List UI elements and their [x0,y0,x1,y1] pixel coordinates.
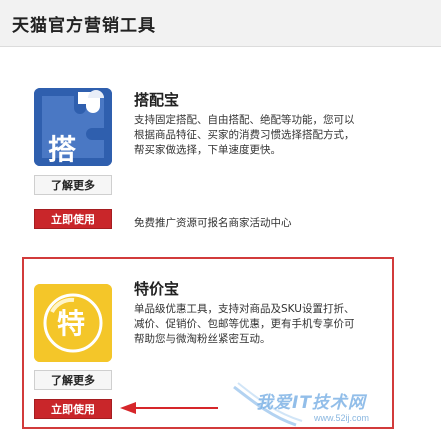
page-title: 天猫官方营销工具 [12,16,156,36]
desc-line: 单品级优惠工具，支持对商品及SKU设置打折、 [134,303,355,315]
tool-name: 搭配宝 [134,91,180,109]
desc-line: 减价、促销价、包邮等优惠，更有手机专享价可 [134,318,355,330]
desc-line: 帮买家做选择，下单速度更快。 [134,144,281,156]
price-tag-icon: 特 [34,284,112,362]
arrow-left-icon [120,402,218,414]
watermark-url: www.52ij.com [314,413,370,423]
tool-name: 特价宝 [134,280,180,298]
page-header: 天猫官方营销工具 [0,0,441,47]
icon-glyph: 搭 [48,133,77,166]
promo-link[interactable]: 免费推广资源可报名商家活动中心 [134,215,292,230]
tool-description: 单品级优惠工具，支持对商品及SKU设置打折、 减价、促销价、包邮等优惠，更有手机… [134,302,355,347]
desc-line: 帮助您与微淘粉丝紧密互动。 [134,333,271,345]
use-now-button[interactable]: 立即使用 [34,399,112,419]
learn-more-button[interactable]: 了解更多 [34,370,112,390]
watermark: 我爱IT技术网 www.52ij.com [232,381,432,433]
tool-card-dapeibao: 搭 搭配宝 支持固定搭配、自由搭配、绝配等功能，您可以 根据商品特征、买家的消费… [0,70,441,240]
desc-line: 支持固定搭配、自由搭配、绝配等功能，您可以 [134,114,355,126]
use-now-button[interactable]: 立即使用 [34,209,112,229]
desc-line: 根据商品特征、买家的消费习惯选择搭配方式， [134,129,355,141]
watermark-text: 我爱IT技术网 [256,393,366,413]
puzzle-icon: 搭 [34,88,112,166]
icon-glyph: 特 [57,307,86,340]
learn-more-button[interactable]: 了解更多 [34,175,112,195]
tool-description: 支持固定搭配、自由搭配、绝配等功能，您可以 根据商品特征、买家的消费习惯选择搭配… [134,113,355,158]
